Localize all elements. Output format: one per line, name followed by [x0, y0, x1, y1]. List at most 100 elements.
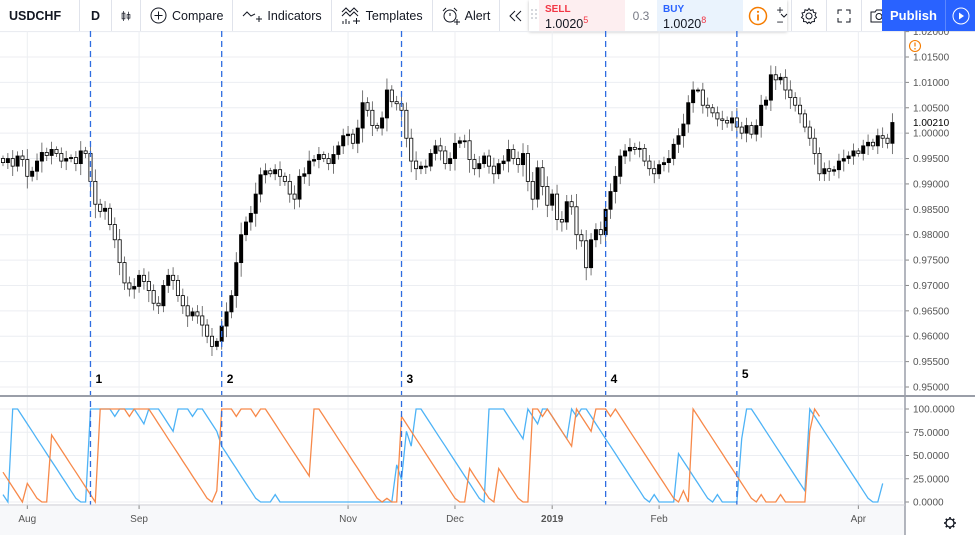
plus-circle-icon	[150, 7, 167, 24]
candle-up	[229, 295, 234, 313]
candle-up	[49, 149, 54, 156]
buy-button[interactable]: BUY 1.00208	[657, 0, 743, 31]
candle-up	[418, 165, 423, 170]
candle-down	[491, 165, 496, 175]
candle-up	[676, 135, 681, 145]
candle-up	[331, 154, 336, 165]
marker-number: 2	[227, 372, 234, 386]
timeframe-label: D	[90, 8, 101, 23]
candle-down	[885, 137, 890, 144]
time-tick-label: Aug	[18, 514, 36, 525]
candle-up	[768, 74, 773, 101]
time-tick-label: Sep	[130, 514, 148, 525]
symbol-search-button[interactable]: USDCHF	[0, 0, 80, 31]
candle-up	[428, 153, 433, 167]
candle-down	[443, 150, 448, 165]
candle-up	[521, 153, 526, 166]
chart-type-button[interactable]	[112, 0, 141, 31]
templates-button[interactable]: Templates	[332, 0, 433, 31]
candle-up	[564, 201, 569, 223]
candle-up	[832, 169, 837, 172]
candle-up	[506, 149, 511, 162]
candle-up	[30, 170, 35, 177]
candle-up	[482, 155, 487, 165]
candle-up	[608, 191, 613, 210]
alert-button[interactable]: Alert	[433, 0, 501, 31]
spread-value: 0.3	[632, 8, 650, 23]
fullscreen-button[interactable]	[826, 0, 861, 31]
candle-up	[239, 234, 244, 264]
chart-area[interactable]: 120 Aug '18226 Sep '18316 Nov '18417 Jan…	[0, 31, 975, 535]
candle-down	[642, 147, 647, 162]
fullscreen-icon	[837, 9, 851, 22]
candle-down	[180, 295, 185, 307]
candle-up	[851, 150, 856, 157]
candle-down	[467, 140, 472, 160]
candle-up	[623, 150, 628, 157]
candle-up	[836, 160, 841, 171]
candle-down	[73, 157, 78, 165]
timeframe-button[interactable]: D	[80, 0, 112, 31]
candle-down	[739, 126, 744, 134]
candle-down	[375, 125, 380, 129]
candle-up	[730, 117, 735, 124]
price-candles	[0, 65, 895, 356]
candle-up	[822, 168, 827, 175]
candle-down	[715, 112, 720, 120]
candle-up	[224, 311, 229, 327]
candle-up	[452, 142, 457, 159]
templates-label: Templates	[365, 8, 423, 23]
candle-down	[555, 193, 560, 220]
candle-down	[93, 180, 98, 205]
candle-up	[695, 89, 700, 92]
marker-number: 3	[407, 372, 414, 386]
compare-button[interactable]: Compare	[141, 0, 234, 31]
settings-button[interactable]	[791, 0, 826, 31]
candle-down	[282, 175, 287, 182]
sell-button[interactable]: SELL 1.00205	[539, 0, 625, 31]
candle-up	[214, 340, 219, 347]
candle-down	[793, 97, 798, 106]
candle-down	[409, 137, 414, 162]
candle-up	[78, 150, 83, 165]
trade-panel-dropdown[interactable]	[777, 0, 791, 31]
aroon-tick-label: 75.0000	[913, 428, 950, 439]
chevron-down-icon	[780, 13, 788, 18]
info-button[interactable]	[743, 0, 773, 31]
warning-icon	[908, 39, 922, 53]
price-tick-label: 0.96000	[913, 332, 950, 343]
publish-button[interactable]: Publish	[882, 0, 945, 31]
price-tick-label: 0.95000	[913, 383, 950, 394]
play-button[interactable]	[945, 0, 975, 31]
candle-down	[783, 76, 788, 91]
candle-up	[846, 155, 851, 159]
play-circle-icon	[952, 7, 969, 24]
candle-up	[346, 133, 351, 137]
candle-down	[195, 311, 200, 317]
candle-down	[287, 180, 292, 195]
candle-down	[720, 118, 725, 121]
candle-up	[263, 170, 268, 176]
candle-down	[511, 149, 516, 159]
candle-down	[438, 145, 443, 152]
candle-up	[861, 145, 866, 154]
candle-down	[112, 224, 117, 241]
candle-down	[365, 102, 370, 111]
candle-down	[414, 160, 419, 170]
candle-down	[205, 324, 210, 337]
candle-up	[316, 154, 321, 160]
candle-up	[258, 174, 263, 195]
candle-up	[613, 175, 618, 192]
candle-down	[652, 168, 657, 175]
candle-up	[355, 127, 360, 144]
drag-handle[interactable]	[529, 0, 539, 31]
candle-down	[579, 234, 584, 242]
price-tick-label: 0.98500	[913, 205, 950, 216]
candle-down	[0, 158, 6, 163]
candle-up	[686, 102, 691, 125]
candle-up	[39, 152, 44, 162]
indicators-button[interactable]: Indicators	[233, 0, 332, 31]
candle-down	[749, 125, 754, 135]
gear-icon	[800, 7, 818, 24]
candles-icon	[121, 10, 131, 21]
